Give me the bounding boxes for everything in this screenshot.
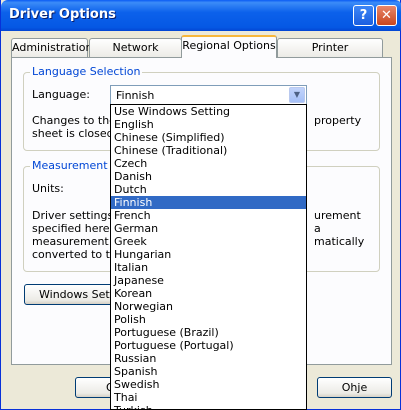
language-option[interactable]: English (111, 118, 306, 131)
language-option[interactable]: Russian (111, 352, 306, 365)
measurement-desc-line3-tail: matically (314, 235, 365, 248)
language-select-value: Finnish (116, 89, 155, 102)
language-option[interactable]: Norwegian (111, 300, 306, 313)
language-option[interactable]: Spanish (111, 365, 306, 378)
language-label: Language: (32, 88, 90, 101)
language-option[interactable]: Finnish (111, 196, 306, 209)
language-option[interactable]: Swedish (111, 378, 306, 391)
language-option[interactable]: Turkish (111, 404, 306, 409)
measurement-desc-line1-tail: urement (314, 209, 361, 222)
language-group-title: Language Selection (30, 65, 143, 78)
tab-administration[interactable]: Administration (11, 38, 93, 57)
chevron-down-icon[interactable]: ▼ (289, 87, 305, 103)
language-option[interactable]: Greek (111, 235, 306, 248)
language-option[interactable]: German (111, 222, 306, 235)
language-option[interactable]: Portuguese (Brazil) (111, 326, 306, 339)
question-icon: ? (359, 8, 368, 23)
window-title: Driver Options (9, 7, 116, 22)
measurement-desc-line2: specified here. I (32, 222, 120, 235)
language-option[interactable]: Chinese (Simplified) (111, 131, 306, 144)
language-option[interactable]: Hungarian (111, 248, 306, 261)
help-button[interactable]: ? (353, 5, 374, 26)
language-note-line1-tail: property (314, 114, 362, 127)
language-option[interactable]: Danish (111, 170, 306, 183)
language-option[interactable]: Italian (111, 261, 306, 274)
tab-regional-options[interactable]: Regional Options (181, 35, 277, 58)
help-dialog-button[interactable]: Ohje (317, 377, 392, 398)
language-option[interactable]: Korean (111, 287, 306, 300)
language-option[interactable]: Czech (111, 157, 306, 170)
language-select[interactable]: Finnish ▼ (110, 85, 307, 105)
title-bar: Driver Options ? ✕ (1, 0, 401, 31)
close-icon: ✕ (381, 8, 392, 23)
language-option[interactable]: Portuguese (Portugal) (111, 339, 306, 352)
help-button-label: Ohje (341, 381, 368, 394)
driver-options-window: Driver Options ? ✕ Administration Networ… (0, 0, 401, 410)
tab-network-settings[interactable]: Network Settings (89, 38, 182, 71)
language-option[interactable]: French (111, 209, 306, 222)
tab-printer-specifications[interactable]: Printer Specifications (277, 38, 383, 71)
language-option[interactable]: Chinese (Traditional) (111, 144, 306, 157)
close-button[interactable]: ✕ (376, 5, 397, 26)
language-dropdown-list[interactable]: Use Windows Setting English Chinese (Simpl… (110, 104, 307, 410)
measurement-desc-line2-tail: a (314, 222, 321, 235)
language-option[interactable]: Polish (111, 313, 306, 326)
language-option[interactable]: Thai (111, 391, 306, 404)
windows-settings-label: Windows Setti (39, 288, 118, 301)
language-option[interactable]: Japanese (111, 274, 306, 287)
language-option[interactable]: Use Windows Setting (111, 105, 306, 118)
language-note-line1: Changes to the l (32, 114, 123, 127)
language-option[interactable]: Dutch (111, 183, 306, 196)
units-label: Units: (32, 182, 64, 195)
